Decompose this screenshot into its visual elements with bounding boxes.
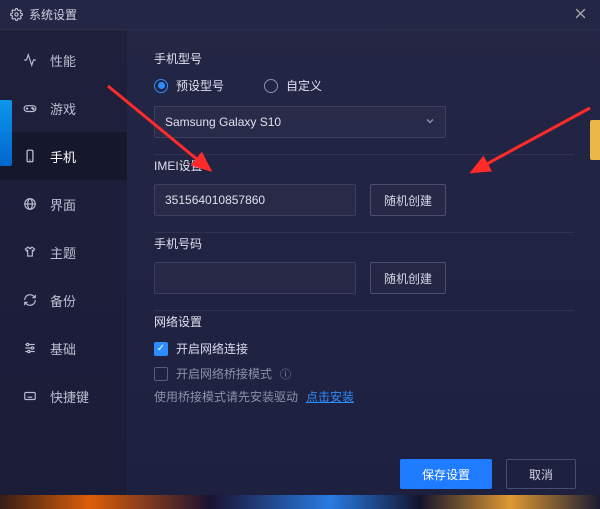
sidebar: 性能 游戏 手机 界面 主题 备份 (0, 30, 128, 509)
info-icon: ⓘ (280, 366, 291, 382)
window-title: 系统设置 (29, 6, 77, 23)
radio-icon (154, 79, 168, 93)
radio-label: 自定义 (286, 77, 322, 94)
sidebar-item-theme[interactable]: 主题 (0, 228, 127, 276)
phone-number-label: 手机号码 (154, 235, 574, 252)
sidebar-item-performance[interactable]: 性能 (0, 36, 127, 84)
checkbox-net-bridge[interactable] (154, 367, 168, 381)
titlebar: 系统设置 (0, 0, 600, 30)
phone-random-button[interactable]: 随机创建 (370, 262, 446, 294)
sidebar-item-label: 基础 (50, 339, 76, 358)
divider (154, 310, 574, 311)
radio-icon (264, 79, 278, 93)
background-apps-strip (0, 495, 600, 509)
phone-number-input[interactable] (154, 262, 356, 294)
imei-label: IMEI设置 (154, 157, 574, 174)
install-driver-link[interactable]: 点击安装 (306, 388, 354, 405)
imei-random-button[interactable]: 随机创建 (370, 184, 446, 216)
close-icon[interactable] (571, 8, 590, 22)
button-label: 随机创建 (384, 192, 432, 209)
sidebar-item-label: 手机 (50, 147, 76, 166)
radio-preset-model[interactable]: 预设型号 (154, 77, 224, 94)
sidebar-item-phone[interactable]: 手机 (0, 132, 127, 180)
pulse-icon (22, 53, 38, 67)
sidebar-item-backup[interactable]: 备份 (0, 276, 127, 324)
checkbox-label: 开启网络连接 (176, 340, 248, 357)
divider (154, 154, 574, 155)
shirt-icon (22, 245, 38, 259)
cancel-button[interactable]: 取消 (506, 459, 576, 489)
gear-icon (10, 8, 23, 21)
select-value: Samsung Galaxy S10 (165, 115, 281, 129)
bridge-hint: 使用桥接模式请先安装驱动 (154, 388, 298, 405)
sidebar-item-label: 游戏 (50, 99, 76, 118)
sidebar-item-label: 界面 (50, 195, 76, 214)
radio-label: 预设型号 (176, 77, 224, 94)
phone-icon (22, 149, 38, 163)
phone-model-label: 手机型号 (154, 50, 574, 67)
checkbox-net-enable[interactable] (154, 342, 168, 356)
keyboard-icon (22, 389, 38, 403)
sidebar-item-label: 备份 (50, 291, 76, 310)
sidebar-item-game[interactable]: 游戏 (0, 84, 127, 132)
button-label: 保存设置 (422, 468, 470, 482)
sidebar-item-label: 性能 (50, 51, 76, 70)
chevron-down-icon (425, 115, 435, 129)
settings-window: 系统设置 性能 游戏 手机 界面 (0, 0, 600, 509)
content-pane: 手机型号 预设型号 自定义 Samsung Galaxy S10 IMEI设置 (128, 30, 600, 509)
sliders-icon (22, 341, 38, 355)
button-label: 随机创建 (384, 270, 432, 287)
input-value: 351564010857860 (165, 193, 265, 207)
phone-model-select[interactable]: Samsung Galaxy S10 (154, 106, 446, 138)
sidebar-item-ui[interactable]: 界面 (0, 180, 127, 228)
sidebar-item-basic[interactable]: 基础 (0, 324, 127, 372)
checkbox-label: 开启网络桥接模式 (176, 365, 272, 382)
sidebar-item-label: 主题 (50, 243, 76, 262)
network-label: 网络设置 (154, 313, 574, 330)
footer-buttons: 保存设置 取消 (400, 459, 576, 489)
refresh-icon (22, 293, 38, 307)
imei-input[interactable]: 351564010857860 (154, 184, 356, 216)
globe-icon (22, 197, 38, 211)
radio-custom-model[interactable]: 自定义 (264, 77, 322, 94)
sidebar-item-shortcut[interactable]: 快捷键 (0, 372, 127, 420)
save-button[interactable]: 保存设置 (400, 459, 492, 489)
divider (154, 232, 574, 233)
gamepad-icon (22, 101, 38, 115)
sidebar-item-label: 快捷键 (50, 387, 89, 406)
button-label: 取消 (529, 468, 553, 482)
